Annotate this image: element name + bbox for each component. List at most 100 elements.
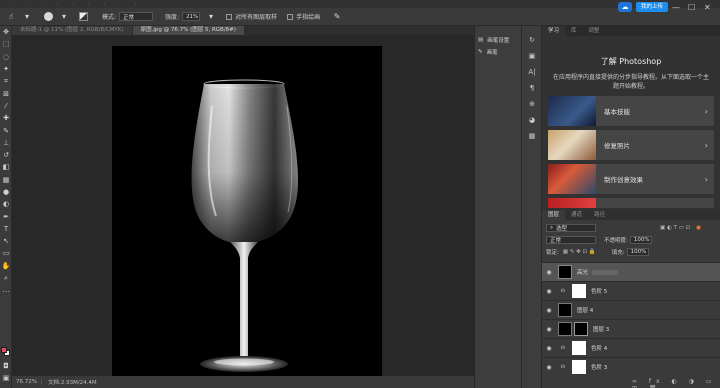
brush-preview-icon[interactable] xyxy=(44,12,53,21)
brush-panel-toggle-icon[interactable] xyxy=(79,12,88,21)
brush-tool-icon[interactable]: ✎ xyxy=(0,124,12,136)
cloud-icon[interactable]: ☁ xyxy=(618,2,632,12)
opacity-input[interactable]: 100% xyxy=(629,236,652,244)
lasso-tool-icon[interactable]: ◌ xyxy=(0,51,12,63)
close-icon[interactable]: ✕ xyxy=(704,3,711,12)
layer-row-highlight[interactable]: ◉ 高光 xyxy=(542,262,720,281)
hand-tool-icon[interactable]: ✋ xyxy=(0,260,12,272)
document-canvas[interactable] xyxy=(112,46,382,376)
healing-brush-tool-icon[interactable]: ✚ xyxy=(0,112,12,124)
strength-chevron-icon[interactable]: ▾ xyxy=(206,12,216,22)
tab-paths[interactable]: 路径 xyxy=(588,210,611,220)
type-tool-icon[interactable]: T xyxy=(0,223,12,235)
visibility-eye-icon[interactable]: ◉ xyxy=(542,326,556,333)
clone-stamp-tool-icon[interactable]: ⊥ xyxy=(0,137,12,149)
filter-toggle-icon[interactable]: ● xyxy=(696,225,701,231)
learn-card-fix-photo[interactable]: 修复照片 › xyxy=(548,130,714,160)
menu-item[interactable]: · xyxy=(72,1,74,7)
dodge-tool-icon[interactable]: ◐ xyxy=(0,198,12,210)
tab-layers[interactable]: 图层 xyxy=(542,210,566,220)
crop-tool-icon[interactable]: ⌗ xyxy=(0,75,12,87)
document-size-info[interactable]: 文档:2.93M/24.4M xyxy=(42,378,97,386)
layer-action-icons[interactable]: ∞ fx ◐ ◑ ▭ ⊞ 🗑 xyxy=(632,378,720,388)
visibility-eye-icon[interactable]: ◉ xyxy=(542,364,556,371)
layer-row-levels-5[interactable]: ◉ ılı 色阶 5 xyxy=(542,281,720,300)
history-panel-icon[interactable]: ↻ xyxy=(522,32,542,48)
mode-select[interactable]: 正常 xyxy=(119,12,154,21)
smudge-tool-icon[interactable]: ☝ xyxy=(6,12,16,22)
paragraph-panel-icon[interactable]: ¶ xyxy=(522,80,542,96)
screen-mode-icon[interactable]: ▣ xyxy=(0,372,12,384)
finger-painting-checkbox[interactable] xyxy=(287,13,294,20)
fill-input[interactable]: 100% xyxy=(626,248,649,256)
layer-row-levels-3[interactable]: ◉ ılı 色阶 3 xyxy=(542,357,720,376)
character-panel-icon[interactable]: A| xyxy=(522,64,542,80)
pressure-icon[interactable]: ✎ xyxy=(332,12,342,22)
brush-panel-button[interactable]: ✎ 画笔 xyxy=(475,46,521,58)
tab-learn[interactable]: 学习 xyxy=(542,26,566,36)
maximize-icon[interactable]: ☐ xyxy=(688,3,695,12)
tab-original-jpg[interactable]: 原图.jpg @ 76.7% (图层 5, RGB/8#) xyxy=(132,26,245,35)
swatches-panel-icon[interactable]: ▦ xyxy=(522,128,542,144)
menu-item[interactable]: · xyxy=(119,1,121,7)
tab-untitled-1[interactable]: 未标题-1 @ 11% (图层 2, RGB/8/CMYK) xyxy=(12,26,133,35)
menu-item[interactable]: · xyxy=(57,1,59,7)
layer-thumbnail xyxy=(558,322,572,336)
wine-glass-image xyxy=(191,79,298,372)
menu-item[interactable]: · xyxy=(41,1,43,7)
pen-tool-icon[interactable]: ✒ xyxy=(0,210,12,222)
foreground-color-swatch[interactable] xyxy=(1,347,7,353)
blend-mode-select[interactable]: 正常 xyxy=(546,236,596,244)
layer-filter-select[interactable]: ⌕ 选型 xyxy=(546,224,596,232)
menu-item[interactable]: · xyxy=(104,1,106,7)
my-upload-button[interactable]: 我的上传 xyxy=(636,2,669,12)
zoom-level[interactable]: 76.72% xyxy=(12,379,42,385)
tab-adjustments[interactable]: 调整 xyxy=(583,26,606,36)
layer-row-levels-4[interactable]: ◉ ılı 色阶 4 xyxy=(542,338,720,357)
quick-mask-icon[interactable]: ◘ xyxy=(0,360,12,372)
menu-item[interactable]: · xyxy=(135,1,137,7)
tool-preset-chevron-icon[interactable]: ▾ xyxy=(22,12,32,22)
zoom-tool-icon[interactable]: ⌕ xyxy=(0,272,12,284)
color-panel-icon[interactable]: ◕ xyxy=(522,112,542,128)
tab-channels[interactable]: 通道 xyxy=(565,210,588,220)
learn-card-partial[interactable] xyxy=(548,198,714,208)
visibility-eye-icon[interactable]: ◉ xyxy=(542,269,556,276)
layer-row-layer-4[interactable]: ◉ 图层 4 xyxy=(542,300,720,319)
path-select-tool-icon[interactable]: ↖ xyxy=(0,235,12,247)
canvas-area[interactable] xyxy=(12,35,474,376)
levels-adjustment-icon: ılı xyxy=(560,345,566,351)
navigator-panel-icon[interactable]: ⊕ xyxy=(522,96,542,112)
color-swatches[interactable] xyxy=(1,347,10,356)
eraser-tool-icon[interactable]: ◧ xyxy=(0,161,12,173)
filter-type-icons[interactable]: ▣ ◐ T ▭ ⊡ xyxy=(660,225,690,231)
visibility-eye-icon[interactable]: ◉ xyxy=(542,288,556,295)
learn-card-basic-skills[interactable]: 基本技能 › xyxy=(548,96,714,126)
minimize-icon[interactable]: — xyxy=(672,3,680,12)
gradient-tool-icon[interactable]: ▦ xyxy=(0,174,12,186)
eyedropper-tool-icon[interactable]: ⁄ xyxy=(0,100,12,112)
brush-size-chevron-icon[interactable]: ▾ xyxy=(59,12,69,22)
visibility-eye-icon[interactable]: ◉ xyxy=(542,345,556,352)
brush-settings-panel-button[interactable]: ▤ 画笔设置 xyxy=(475,34,521,46)
lock-icons[interactable]: ▦ ✎ ✥ ⊡ 🔒 xyxy=(563,249,596,255)
layer-name-edit-field[interactable] xyxy=(592,269,619,275)
menu-item[interactable]: · xyxy=(26,1,28,7)
more-tools-icon[interactable]: … xyxy=(0,284,12,296)
menu-item[interactable]: · xyxy=(88,1,90,7)
frame-tool-icon[interactable]: ⊠ xyxy=(0,87,12,99)
move-tool-icon[interactable]: ✥ xyxy=(0,26,12,38)
tab-libraries[interactable]: 库 xyxy=(565,26,583,36)
blur-tool-icon[interactable]: ● xyxy=(0,186,12,198)
quick-select-tool-icon[interactable]: ✦ xyxy=(0,63,12,75)
properties-panel-icon[interactable]: ▣ xyxy=(522,48,542,64)
learn-card-creative-effects[interactable]: 制作创意效果 › xyxy=(548,164,714,194)
layer-row-layer-3[interactable]: ◉ 图层 3 xyxy=(542,319,720,338)
history-brush-tool-icon[interactable]: ↺ xyxy=(0,149,12,161)
strength-input[interactable]: 21% xyxy=(182,12,201,21)
marquee-tool-icon[interactable]: ⬚ xyxy=(0,38,12,50)
sample-all-layers-checkbox[interactable] xyxy=(226,13,233,20)
visibility-eye-icon[interactable]: ◉ xyxy=(542,307,556,314)
shape-tool-icon[interactable]: ▭ xyxy=(0,247,12,259)
menu-item[interactable]: · xyxy=(10,1,12,7)
